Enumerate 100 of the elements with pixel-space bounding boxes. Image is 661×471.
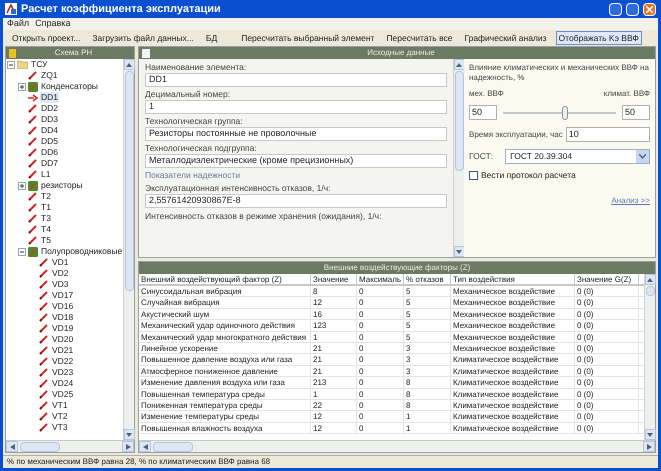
table-cell: Механический удар одиночного действия: [139, 320, 311, 331]
column-header[interactable]: % отказов: [404, 274, 451, 284]
toolbar-button[interactable]: БД: [202, 31, 220, 45]
table-cell: 0 (0): [575, 332, 639, 342]
left-arrow-icon[interactable]: [10, 444, 14, 450]
tree-item[interactable]: T1: [40, 202, 52, 213]
table-cell: Климатическое воздействие: [451, 411, 575, 422]
tree-item[interactable]: VD23: [51, 367, 74, 378]
tree-item[interactable]: Конденсаторы: [40, 81, 99, 92]
tree-item[interactable]: DD4: [40, 125, 60, 136]
tree-item[interactable]: T5: [40, 235, 52, 246]
column-header[interactable]: Тип воздействия: [451, 274, 575, 284]
down-arrow-icon[interactable]: [126, 432, 132, 436]
tree-item[interactable]: VD1: [51, 257, 70, 268]
tree-item[interactable]: DD3: [40, 114, 60, 125]
toolbar-button[interactable]: Загрузить файл данных...: [89, 31, 197, 45]
slider-thumb[interactable]: [562, 106, 568, 120]
tree-item[interactable]: резисторы: [40, 180, 84, 191]
climatic-field[interactable]: 50: [622, 105, 650, 120]
table-cell: Пониженная температура среды: [139, 400, 311, 410]
minimize-button[interactable]: [609, 2, 622, 16]
up-arrow-icon[interactable]: [647, 278, 653, 282]
climatic-label: климат. ВВФ: [604, 88, 650, 100]
analysis-link[interactable]: Анализ >>: [611, 194, 650, 207]
tree-item[interactable]: VD17: [51, 290, 74, 301]
text-field[interactable]: DD1: [145, 73, 447, 87]
tree-item[interactable]: VT2: [51, 411, 69, 422]
vertical-scrollbar[interactable]: [644, 274, 655, 440]
tree-item[interactable]: VD20: [51, 334, 74, 345]
close-button[interactable]: [643, 2, 656, 16]
tree-item[interactable]: VT1: [51, 400, 69, 411]
close-icon[interactable]: [646, 6, 653, 12]
toolbar-button[interactable]: Пересчитать выбранный элемент: [238, 31, 378, 45]
text-field[interactable]: Металлодиэлектрические (кроме прецизионных): [145, 154, 447, 168]
scrollbar-thumb[interactable]: [153, 442, 193, 452]
text-field[interactable]: Резисторы постоянные не проволочные: [145, 127, 447, 141]
gost-dropdown[interactable]: ГОСТ 20.39.304: [505, 149, 650, 164]
vertical-scrollbar[interactable]: [453, 59, 464, 257]
text-field[interactable]: 2,55761420930867E-8: [145, 194, 447, 208]
tree-item[interactable]: VD19: [51, 323, 74, 334]
column-header[interactable]: Максималь: [357, 274, 404, 284]
tree-item[interactable]: DD5: [40, 136, 60, 147]
pencil-icon: [39, 423, 49, 432]
time-field[interactable]: 10: [566, 127, 650, 142]
tree-item[interactable]: VD24: [51, 378, 74, 389]
mechanical-field[interactable]: 50: [469, 105, 497, 120]
tree-item[interactable]: T3: [40, 213, 52, 224]
scrollbar-thumb[interactable]: [454, 71, 464, 171]
toolbar-button[interactable]: Графический анализ: [461, 31, 550, 45]
column-header[interactable]: Значение: [311, 274, 357, 284]
up-arrow-icon[interactable]: [456, 62, 462, 66]
vertical-scrollbar[interactable]: [123, 59, 134, 440]
protocol-checkbox[interactable]: [469, 170, 478, 180]
tree-item[interactable]: ТСУ: [30, 59, 48, 70]
horizontal-scrollbar[interactable]: [139, 440, 655, 452]
toolbar-button[interactable]: Отображать Kэ ВВФ: [556, 31, 642, 45]
chevron-down-icon[interactable]: [639, 154, 646, 159]
table-cell: 12: [311, 422, 357, 434]
table-cell: 1: [404, 411, 451, 422]
table-cell: 0: [357, 388, 404, 399]
horizontal-scrollbar[interactable]: [6, 440, 134, 452]
up-arrow-icon[interactable]: [126, 62, 132, 66]
right-arrow-icon[interactable]: [126, 444, 130, 450]
slider-track[interactable]: [503, 106, 616, 120]
scrollbar-thumb[interactable]: [124, 71, 134, 291]
menu-item[interactable]: Файл: [7, 17, 30, 31]
tree-item[interactable]: VD16: [51, 301, 74, 312]
column-header[interactable]: Внешний воздействующий фактор (Z): [139, 274, 311, 284]
tree-item[interactable]: T2: [40, 191, 52, 202]
tree-item[interactable]: VD22: [51, 356, 74, 367]
tree-item[interactable]: Полупроводниковые: [40, 246, 123, 257]
tree-item[interactable]: VD21: [51, 345, 74, 356]
tree-item[interactable]: VD3: [51, 279, 70, 290]
scrollbar-thumb[interactable]: [646, 286, 654, 296]
tree-item[interactable]: VD25: [51, 389, 74, 400]
tree-item[interactable]: ZQ1: [40, 70, 59, 81]
down-arrow-icon[interactable]: [456, 250, 462, 254]
tree-item[interactable]: DD7: [40, 158, 60, 169]
down-arrow-icon[interactable]: [647, 432, 653, 436]
tree-item[interactable]: DD1: [40, 92, 60, 103]
maximize-button[interactable]: [626, 2, 639, 16]
left-arrow-icon[interactable]: [142, 444, 148, 450]
tree-item[interactable]: VD18: [51, 312, 74, 323]
tree-item[interactable]: T4: [40, 224, 52, 235]
tree-item[interactable]: VT3: [51, 422, 69, 433]
table-cell: 0: [357, 297, 404, 308]
right-arrow-icon[interactable]: [646, 444, 652, 450]
table-cell: Линейное ускорение: [139, 342, 311, 354]
toolbar-button[interactable]: Пересчитать все: [383, 31, 456, 45]
tree-item[interactable]: VD2: [51, 268, 70, 279]
scrollbar-thumb[interactable]: [20, 442, 60, 452]
text-field[interactable]: 1: [145, 100, 447, 114]
column-header[interactable]: Значение G(Z): [575, 274, 639, 284]
tree-item[interactable]: L1: [40, 169, 52, 180]
menu-item[interactable]: Справка: [35, 17, 70, 31]
table-cell: 8: [404, 400, 451, 410]
tree-item[interactable]: DD6: [40, 147, 60, 158]
toolbar-button[interactable]: Открыть проект...: [9, 31, 84, 45]
table-cell: 0 (0): [575, 308, 639, 320]
tree-item[interactable]: DD2: [40, 103, 60, 114]
